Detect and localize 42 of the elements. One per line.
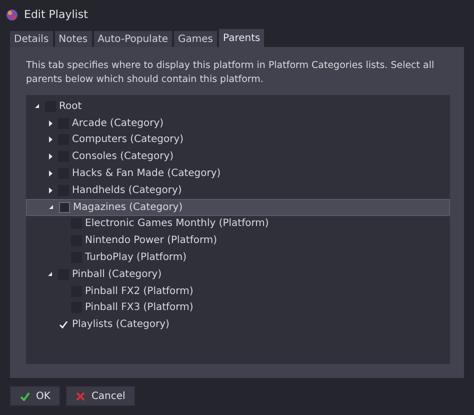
tree-item[interactable]: Pinball (Category)	[26, 266, 450, 283]
tree-item-label: Consoles (Category)	[72, 150, 174, 164]
tree-item[interactable]: Root	[26, 98, 450, 115]
tree-item[interactable]: Pinball FX3 (Platform)	[26, 300, 450, 316]
check-icon	[20, 392, 30, 400]
tree-item-label: Pinball FX3 (Platform)	[85, 301, 194, 316]
cancel-button[interactable]: Cancel	[66, 386, 136, 406]
tree-item[interactable]: Hacks & Fan Made (Category)	[26, 165, 450, 182]
tree-item[interactable]: Magazines (Category)	[26, 198, 450, 216]
tree-item-label: Magazines (Category)	[73, 200, 183, 215]
app-logo-icon	[6, 9, 18, 21]
tree-item-label: Pinball (Category)	[72, 268, 162, 282]
tab[interactable]: Parents	[219, 29, 264, 47]
tree-item-label: Nintendo Power (Platform)	[85, 234, 218, 248]
tree-item-label: Playlists (Category)	[72, 318, 170, 332]
tab[interactable]: Games	[174, 31, 218, 47]
checkbox[interactable]	[59, 202, 70, 213]
tree-item[interactable]: Consoles (Category)	[26, 148, 450, 166]
tree-item[interactable]: Handhelds (Category)	[26, 182, 450, 199]
tree-item-label: Handhelds (Category)	[72, 184, 182, 198]
tree-item-label: Arcade (Category)	[72, 116, 164, 131]
tree-item-label: Root	[59, 100, 82, 114]
checkbox[interactable]	[58, 319, 69, 330]
tab[interactable]: Auto-Populate	[94, 31, 172, 47]
tree-item[interactable]: Pinball FX2 (Platform)	[26, 282, 450, 300]
description-text: This tab specifies where to display this platform in Platform Categories lists. Select all parents below which should contain this platform.	[26, 59, 436, 87]
close-icon	[76, 392, 86, 400]
tree-item[interactable]: TurboPlay (Platform)	[26, 249, 450, 266]
tree-item-label: TurboPlay (Platform)	[85, 251, 187, 266]
window-title: Edit Playlist	[24, 6, 88, 23]
tree-item[interactable]: Nintendo Power (Platform)	[26, 232, 450, 250]
ok-button[interactable]: OK	[10, 386, 60, 406]
tab[interactable]: Notes	[54, 31, 92, 47]
tree-item-label: Pinball FX2 (Platform)	[85, 284, 194, 299]
tree-item[interactable]: Playlists (Category)	[26, 316, 450, 334]
tree-item-label: Computers (Category)	[72, 133, 184, 148]
tree-item[interactable]: Arcade (Category)	[26, 114, 450, 132]
tree-item-label: Electronic Games Monthly (Platform)	[85, 217, 269, 232]
tree-item[interactable]: Electronic Games Monthly (Platform)	[26, 216, 450, 232]
tree-item[interactable]: Computers (Category)	[26, 132, 450, 148]
tree-item-label: Hacks & Fan Made (Category)	[72, 167, 221, 182]
tab[interactable]: Details	[10, 31, 53, 47]
